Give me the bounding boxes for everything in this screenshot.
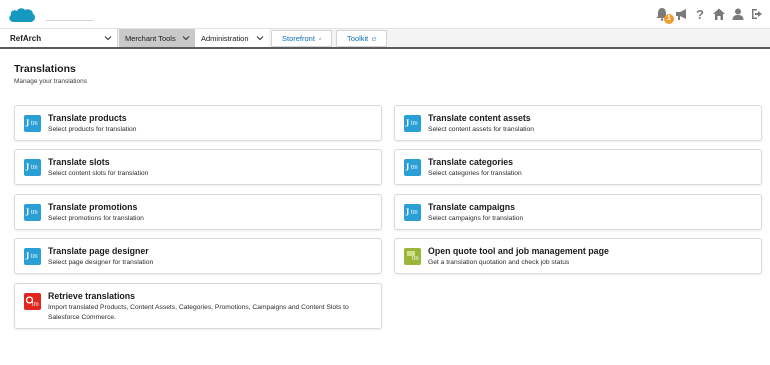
page-subtitle: Manage your translations — [14, 78, 87, 85]
quote-tool-card[interactable]: tm Open quote tool and job management pa… — [394, 238, 762, 274]
translate-categories-card[interactable]: Jtm Translate categories Select categori… — [394, 149, 762, 185]
card-description: Select promotions for translation — [48, 215, 144, 222]
notification-badge: 1 — [664, 14, 674, 24]
site-selector[interactable]: RefArch — [0, 29, 118, 47]
card-description: Select categories for translation — [428, 170, 522, 177]
translate-content-assets-card[interactable]: Jtm Translate content assets Select cont… — [394, 105, 762, 141]
card-description: Select page designer for translation — [48, 259, 154, 266]
administration-menu[interactable]: Administration — [195, 29, 269, 47]
merchant-tools-label: Merchant Tools — [125, 33, 176, 43]
translate-icon: Jtm — [24, 248, 41, 265]
top-bar: 1 ? — [0, 0, 770, 29]
card-description: Get a translation quotation and check jo… — [428, 259, 570, 266]
external-link-icon — [319, 37, 321, 40]
svg-text:?: ? — [696, 7, 704, 21]
help-icon[interactable]: ? — [693, 7, 707, 22]
site-selector-label: RefArch — [10, 33, 42, 43]
storefront-button[interactable]: Storefront — [271, 30, 332, 47]
translate-icon: Jtm — [24, 159, 41, 176]
retrieve-icon: tm — [24, 293, 41, 310]
card-description: Select products for translation — [48, 126, 137, 133]
quote-tool-icon: tm — [404, 248, 421, 265]
card-title: Translate promotions — [48, 202, 138, 212]
user-icon[interactable] — [731, 7, 745, 21]
administration-label: Administration — [201, 33, 249, 43]
card-title: Translate slots — [48, 157, 110, 167]
retrieve-translations-card[interactable]: tm Retrieve translations Import translat… — [14, 283, 382, 329]
translate-icon: Jtm — [24, 115, 41, 132]
card-description: Select campaigns for translation — [428, 215, 524, 222]
bell-icon[interactable]: 1 — [655, 7, 674, 24]
salesforce-cloud-icon[interactable] — [8, 6, 36, 24]
card-title: Translate page designer — [48, 246, 149, 256]
megaphone-icon[interactable] — [674, 7, 688, 21]
card-title: Translate campaigns — [428, 202, 516, 212]
external-link-icon — [372, 36, 376, 41]
translate-slots-card[interactable]: Jtm Translate slots Select content slots… — [14, 149, 382, 185]
card-title: Retrieve translations — [48, 291, 136, 301]
chevron-down-icon — [256, 36, 264, 41]
logout-icon[interactable] — [750, 7, 764, 21]
search-underline — [46, 20, 94, 21]
card-title: Open quote tool and job management page — [428, 246, 609, 256]
translate-page-designer-card[interactable]: Jtm Translate page designer Select page … — [14, 238, 382, 274]
home-icon[interactable] — [712, 7, 726, 21]
translate-campaigns-card[interactable]: Jtm Translate campaigns Select campaigns… — [394, 194, 762, 230]
translate-icon: Jtm — [404, 115, 421, 132]
card-description: Select content slots for translation — [48, 170, 149, 177]
card-description: Select content assets for translation — [428, 126, 534, 133]
card-description: Import translated Products, Content Asse… — [48, 304, 349, 321]
translate-icon: Jtm — [24, 204, 41, 221]
translate-promotions-card[interactable]: Jtm Translate promotions Select promotio… — [14, 194, 382, 230]
svg-text:tm: tm — [32, 302, 39, 308]
main-nav: RefArch Merchant Tools Administration St… — [0, 29, 770, 49]
card-title: Translate content assets — [428, 113, 531, 123]
card-title: Translate categories — [428, 157, 514, 167]
chevron-down-icon — [182, 36, 190, 41]
translate-products-card[interactable]: Jtm Translate products Select products f… — [14, 105, 382, 141]
toolkit-button[interactable]: Toolkit — [336, 30, 387, 47]
translate-icon: Jtm — [404, 159, 421, 176]
page-title: Translations — [14, 63, 76, 75]
storefront-label: Storefront — [282, 34, 315, 43]
toolkit-label: Toolkit — [347, 34, 369, 43]
card-title: Translate products — [48, 113, 127, 123]
translate-icon: Jtm — [404, 204, 421, 221]
merchant-tools-menu[interactable]: Merchant Tools — [119, 29, 195, 47]
chevron-down-icon — [104, 36, 112, 41]
header-icons: 1 ? — [655, 7, 764, 24]
